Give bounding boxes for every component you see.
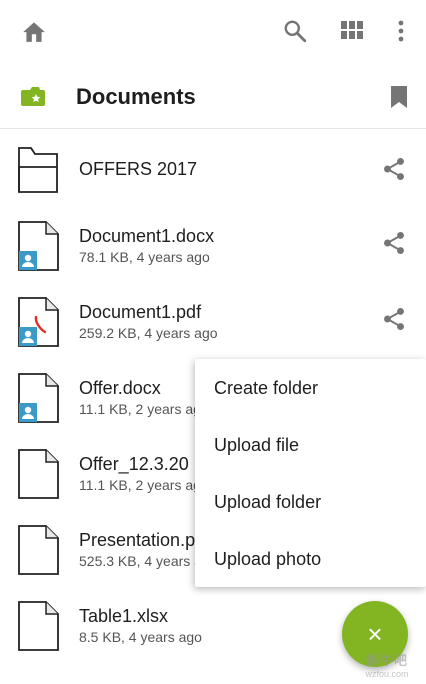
docx-file-icon bbox=[18, 221, 59, 271]
menu-item-upload-photo[interactable]: Upload photo bbox=[214, 549, 321, 570]
file-name: Offer_12.3.20 bbox=[79, 454, 189, 474]
folder-header: Documents bbox=[0, 62, 426, 129]
file-name: Document1.docx bbox=[79, 226, 215, 246]
shared-folder-icon bbox=[21, 87, 45, 106]
file-name: Presentation.p bbox=[79, 530, 196, 550]
folder-icon bbox=[18, 147, 58, 193]
list-item[interactable]: OFFERS 2017 bbox=[0, 129, 426, 205]
top-toolbar bbox=[0, 0, 426, 62]
file-meta: 11.1 KB, 2 years ago bbox=[79, 477, 209, 493]
bookmark-icon[interactable] bbox=[390, 86, 408, 108]
share-icon[interactable] bbox=[381, 156, 407, 182]
file-icon bbox=[18, 449, 59, 499]
file-meta: 8.5 KB, 4 years ago bbox=[79, 629, 202, 645]
file-name: Document1.pdf bbox=[79, 302, 202, 322]
grid-view-icon[interactable] bbox=[341, 21, 363, 39]
watermark: 蜗牛吧 wzfou.com bbox=[352, 650, 422, 679]
docx-file-icon bbox=[18, 373, 59, 423]
menu-item-upload-file[interactable]: Upload file bbox=[214, 435, 299, 456]
file-meta: 78.1 KB, 4 years ago bbox=[79, 249, 210, 265]
more-vert-icon[interactable] bbox=[396, 20, 406, 42]
watermark-text: 蜗牛吧 bbox=[365, 653, 408, 668]
list-item[interactable]: Document1.docx 78.1 KB, 4 years ago bbox=[0, 205, 426, 281]
search-icon[interactable] bbox=[282, 18, 308, 44]
file-name: OFFERS 2017 bbox=[79, 159, 198, 179]
list-item[interactable]: Document1.pdf 259.2 KB, 4 years ago bbox=[0, 281, 426, 357]
page-title: Documents bbox=[76, 84, 196, 109]
upload-menu: Create folder Upload file Upload folder … bbox=[195, 359, 426, 587]
file-icon bbox=[18, 601, 59, 651]
file-icon bbox=[18, 525, 59, 575]
share-icon[interactable] bbox=[381, 230, 407, 256]
share-icon[interactable] bbox=[381, 306, 407, 332]
pdf-file-icon bbox=[18, 297, 59, 347]
home-icon[interactable] bbox=[21, 19, 47, 43]
file-meta: 259.2 KB, 4 years ago bbox=[79, 325, 218, 341]
file-name: Table1.xlsx bbox=[79, 606, 169, 626]
menu-item-upload-folder[interactable]: Upload folder bbox=[214, 492, 321, 513]
file-meta: 11.1 KB, 2 years ago bbox=[79, 401, 209, 417]
menu-item-create-folder[interactable]: Create folder bbox=[214, 378, 318, 399]
file-name: Offer.docx bbox=[79, 378, 161, 398]
watermark-url: wzfou.com bbox=[365, 669, 409, 679]
